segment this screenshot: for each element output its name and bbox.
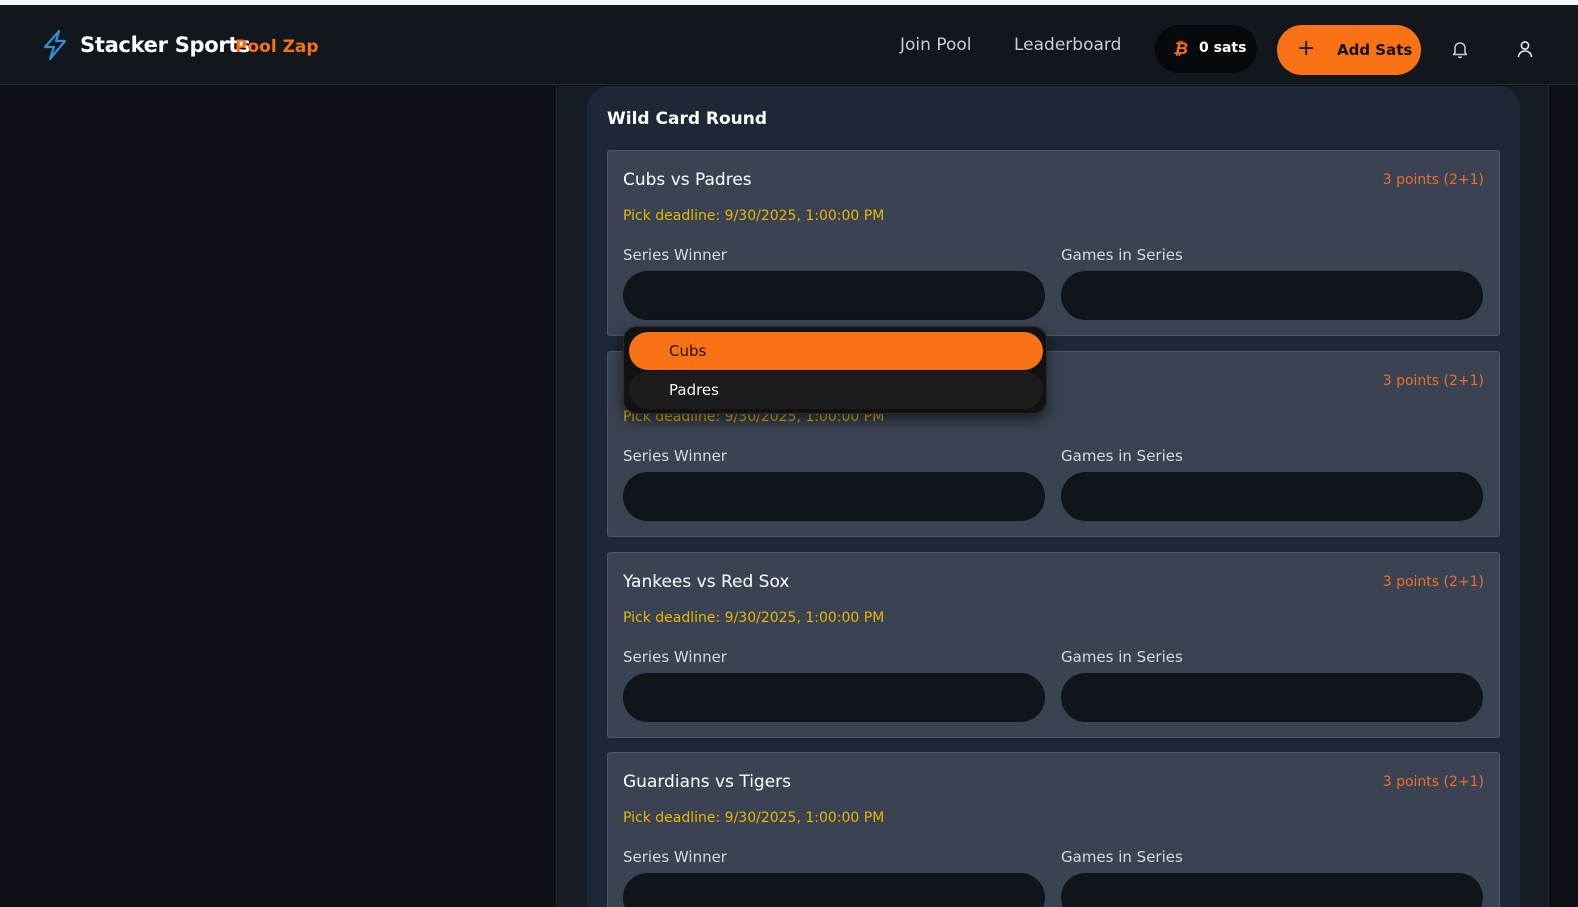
games-in-series-label: Games in Series bbox=[1061, 848, 1183, 866]
match-points: 3 points (2+1) bbox=[1382, 774, 1484, 790]
sats-balance[interactable]: ₿ 0 sats bbox=[1155, 25, 1257, 73]
series-winner-label: Series Winner bbox=[623, 848, 727, 866]
series-winner-label: Series Winner bbox=[623, 447, 727, 465]
brand-subtitle: Pool Zap bbox=[235, 37, 319, 57]
games-in-series-label: Games in Series bbox=[1061, 648, 1183, 666]
dropdown-option-cubs[interactable]: Cubs bbox=[629, 332, 1043, 370]
games-in-series-label: Games in Series bbox=[1061, 447, 1183, 465]
user-icon[interactable] bbox=[1515, 39, 1535, 59]
pick-deadline: Pick deadline: 9/30/2025, 1:00:00 PM bbox=[623, 208, 885, 224]
series-winner-label: Series Winner bbox=[623, 246, 727, 264]
series-winner-select[interactable] bbox=[623, 673, 1045, 722]
match-title: Guardians vs Tigers bbox=[623, 772, 792, 792]
games-in-series-select[interactable] bbox=[1061, 472, 1483, 521]
pick-deadline: Pick deadline: 9/30/2025, 1:00:00 PM bbox=[623, 610, 885, 626]
series-winner-dropdown: Cubs Padres bbox=[623, 326, 1047, 414]
round-title: Wild Card Round bbox=[607, 109, 768, 129]
brand-name[interactable]: Stacker Sports bbox=[80, 33, 251, 57]
match-card: Guardians vs Tigers 3 points (2+1) Pick … bbox=[607, 752, 1500, 907]
match-title: Yankees vs Red Sox bbox=[623, 572, 790, 592]
nav-leaderboard[interactable]: Leaderboard bbox=[1014, 35, 1121, 55]
plus-icon: + bbox=[1297, 36, 1316, 61]
dropdown-option-padres[interactable]: Padres bbox=[629, 371, 1043, 409]
bitcoin-icon: ₿ bbox=[1173, 39, 1188, 59]
series-winner-select[interactable] bbox=[623, 472, 1045, 521]
pick-deadline: Pick deadline: 9/30/2025, 1:00:00 PM bbox=[623, 810, 885, 826]
games-in-series-select[interactable] bbox=[1061, 271, 1483, 320]
lightning-icon bbox=[43, 29, 67, 61]
bell-icon[interactable] bbox=[1450, 39, 1470, 59]
sats-balance-value: 0 sats bbox=[1199, 40, 1247, 56]
add-sats-button[interactable]: + Add Sats bbox=[1277, 25, 1421, 75]
games-in-series-select[interactable] bbox=[1061, 673, 1483, 722]
match-title: Cubs vs Padres bbox=[623, 170, 752, 190]
games-in-series-label: Games in Series bbox=[1061, 246, 1183, 264]
match-card: Cubs vs Padres 3 points (2+1) Pick deadl… bbox=[607, 150, 1500, 336]
left-panel bbox=[0, 86, 557, 907]
top-nav-bar: Stacker Sports Pool Zap Join Pool Leader… bbox=[0, 5, 1578, 85]
games-in-series-select[interactable] bbox=[1061, 873, 1483, 907]
match-card: Yankees vs Red Sox 3 points (2+1) Pick d… bbox=[607, 552, 1500, 738]
series-winner-select[interactable] bbox=[623, 271, 1045, 320]
match-points: 3 points (2+1) bbox=[1382, 172, 1484, 188]
page-edge bbox=[1549, 86, 1578, 907]
match-points: 3 points (2+1) bbox=[1382, 373, 1484, 389]
series-winner-label: Series Winner bbox=[623, 648, 727, 666]
nav-join-pool[interactable]: Join Pool bbox=[900, 35, 972, 55]
match-points: 3 points (2+1) bbox=[1382, 574, 1484, 590]
series-winner-select[interactable] bbox=[623, 873, 1045, 907]
add-sats-label: Add Sats bbox=[1337, 41, 1413, 59]
